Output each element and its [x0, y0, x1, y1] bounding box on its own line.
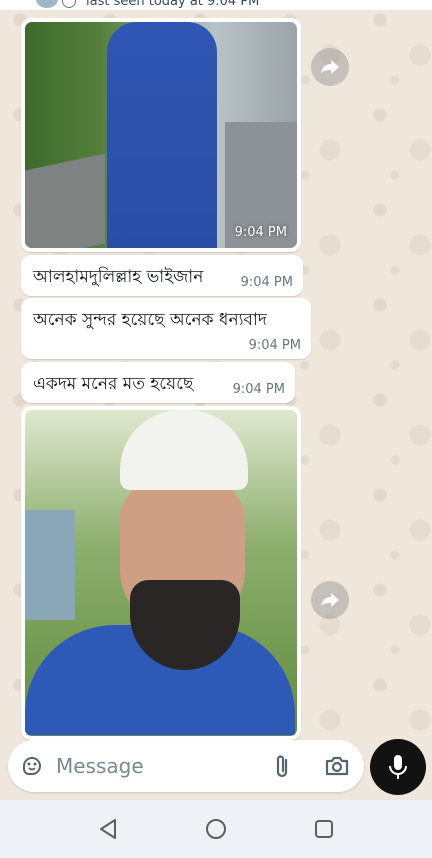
- voice-record-button[interactable]: [370, 739, 426, 795]
- forward-button[interactable]: [311, 581, 349, 619]
- message-text: একদম মনের মত হয়েছে: [33, 374, 194, 394]
- message-time: 9:04 PM: [240, 275, 293, 290]
- message-composer: [8, 740, 364, 792]
- text-message[interactable]: একদম মনের মত হয়েছে 9:04 PM: [21, 362, 295, 403]
- message-time: 9:04 PM: [234, 225, 287, 240]
- forward-icon: [321, 593, 339, 607]
- message-time: 9:04 PM: [232, 382, 285, 397]
- photo[interactable]: [25, 410, 297, 736]
- camera-icon[interactable]: [324, 754, 350, 778]
- message-text: অনেক সুন্দর হয়েছে অনেক ধন্যবাদ: [33, 310, 267, 330]
- image-message[interactable]: 9:04 PM: [21, 18, 301, 252]
- text-message[interactable]: অনেক সুন্দর হয়েছে অনেক ধন্যবাদ 9:04 PM: [21, 298, 311, 359]
- forward-icon: [321, 60, 339, 74]
- photo-cap: [120, 410, 248, 490]
- forward-button[interactable]: [311, 48, 349, 86]
- nav-back-icon[interactable]: [96, 817, 120, 841]
- chat-header[interactable]: last seen today at 9:04 PM: [0, 0, 432, 10]
- system-nav-bar: [0, 800, 432, 858]
- attach-icon[interactable]: [272, 753, 292, 779]
- last-seen-status: last seen today at 9:04 PM: [86, 0, 260, 9]
- sticker-icon[interactable]: [20, 754, 44, 778]
- nav-home-icon[interactable]: [204, 817, 228, 841]
- message-text: আলহামদুলিল্লাহ ভাইজান: [33, 267, 204, 287]
- photo-house: [25, 510, 75, 620]
- photo-person: [107, 22, 217, 248]
- photo[interactable]: 9:04 PM: [25, 22, 297, 248]
- photo-wall: [25, 153, 105, 248]
- contact-avatar[interactable]: [36, 0, 58, 8]
- image-message[interactable]: [21, 406, 301, 740]
- message-input[interactable]: [56, 752, 256, 780]
- nav-recents-icon[interactable]: [312, 817, 336, 841]
- message-time: 9:04 PM: [248, 338, 301, 353]
- disappearing-timer-icon: [62, 0, 76, 8]
- mic-icon: [389, 755, 407, 779]
- text-message[interactable]: আলহামদুলিল্লাহ ভাইজান 9:04 PM: [21, 255, 303, 296]
